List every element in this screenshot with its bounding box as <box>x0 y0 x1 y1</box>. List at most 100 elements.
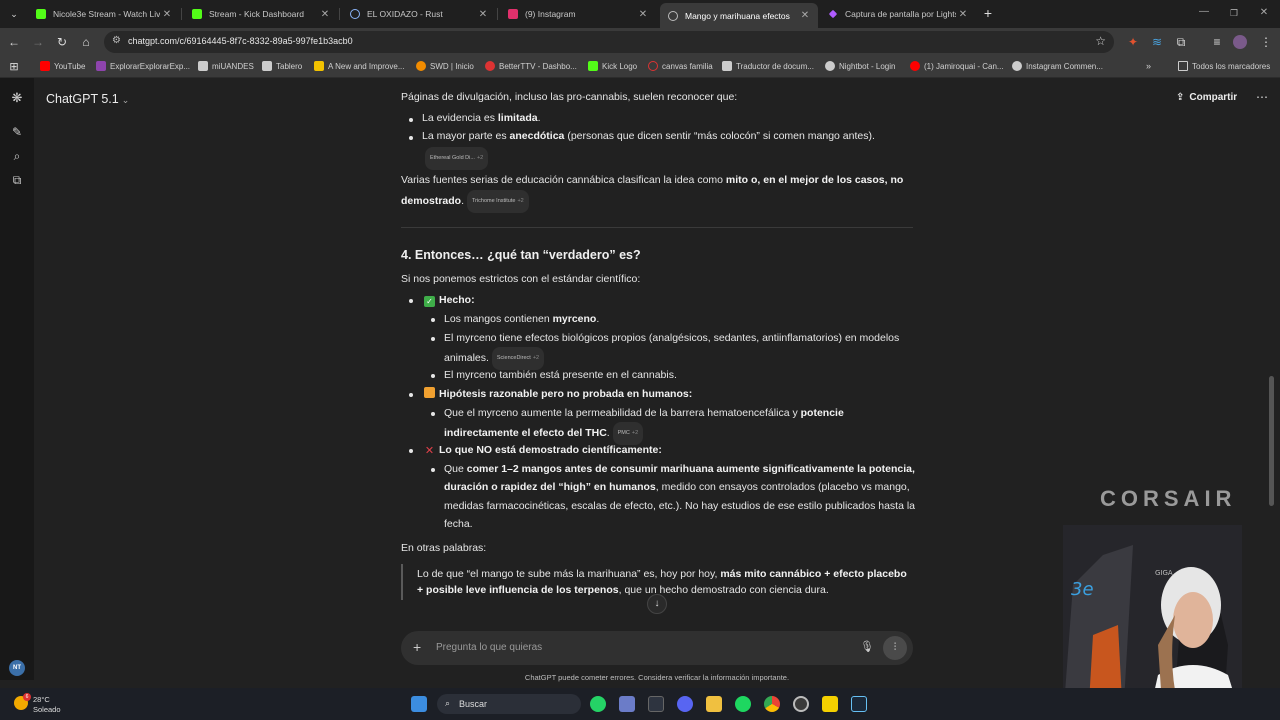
spotify-icon[interactable] <box>735 696 751 712</box>
new-tab-button[interactable]: + <box>980 5 996 21</box>
forward-icon[interactable]: → <box>30 34 46 50</box>
bookmark-label: YouTube <box>54 61 86 71</box>
prompt-input[interactable]: Pregunta lo que quieras <box>436 642 542 653</box>
extension-fox-icon[interactable]: ✦ <box>1125 34 1141 50</box>
tab-label: (9) Instagram <box>525 9 576 19</box>
bookmark-explorar[interactable]: ExplorarExplorarExp... <box>96 61 190 71</box>
tab-lightshot[interactable]: Captura de pantalla por Lightsi ✕ <box>820 3 976 25</box>
library-icon[interactable]: ⧉ <box>9 172 25 188</box>
citation-chip[interactable]: Trichome Institute +2 <box>466 190 529 213</box>
tab-divider <box>339 8 340 20</box>
windows-taskbar: 6 28°C Soleado ⌕ Buscar <box>0 688 1280 720</box>
taskbar-search[interactable]: ⌕ Buscar <box>437 694 581 714</box>
minimize-icon[interactable]: — <box>1196 4 1212 20</box>
tab-mango-marihuana[interactable]: Mango y marihuana efectos ✕ <box>660 3 818 28</box>
bookmark-tablero[interactable]: Tablero <box>262 61 302 71</box>
disclaimer: ChatGPT puede cometer errores. Considera… <box>524 673 790 682</box>
close-tab-icon[interactable]: ✕ <box>956 9 970 20</box>
new-chat-icon[interactable]: ✎ <box>9 124 25 140</box>
model-selector[interactable]: ChatGPT 5.1 ⌄ <box>46 92 129 106</box>
bookmark-icon <box>314 61 324 71</box>
back-icon[interactable]: ← <box>6 34 22 50</box>
scroll-down-arrow-icon[interactable]: ↓ <box>647 594 667 614</box>
apps-grid-icon[interactable]: ⊞ <box>6 59 22 75</box>
close-tab-icon[interactable]: ✕ <box>318 9 332 20</box>
list-item: La mayor parte es anecdótica (personas q… <box>422 130 875 142</box>
attach-plus-icon[interactable]: + <box>413 639 421 655</box>
bookmark-nightbot[interactable]: Nightbot - Login <box>825 61 895 71</box>
list-item: El myrceno tiene efectos biológicos prop… <box>444 332 900 344</box>
bookmark-new-improved[interactable]: A New and Improve... <box>314 61 404 71</box>
tab-search-icon[interactable]: ⌄ <box>6 6 22 22</box>
close-tab-icon[interactable]: ✕ <box>636 9 650 20</box>
lightshot-icon <box>828 9 838 19</box>
settings-gear-icon[interactable] <box>793 696 809 712</box>
close-tab-icon[interactable]: ✕ <box>476 9 490 20</box>
bookmark-star-icon[interactable]: ☆ <box>1095 34 1106 48</box>
no-demostrado-label: ✕ Lo que NO está demostrado científicamen… <box>424 444 662 457</box>
bookmark-miuandes[interactable]: miUANDES <box>198 61 254 71</box>
all-bookmarks[interactable]: Todos los marcadores <box>1178 61 1270 71</box>
xbox-icon[interactable] <box>648 696 664 712</box>
blockquote-text: + posible leve influencia de los terpeno… <box>417 584 829 596</box>
more-options-icon[interactable]: ⋯ <box>1256 90 1268 104</box>
bookmark-youtube[interactable]: YouTube <box>40 61 85 71</box>
reading-list-icon[interactable]: ≡ <box>1209 34 1225 50</box>
bookmark-traductor[interactable]: Traductor de docum... <box>722 61 814 71</box>
globe-icon <box>350 9 360 19</box>
microphone-icon[interactable]: 🎙 <box>860 640 874 653</box>
close-tab-icon[interactable]: ✕ <box>160 9 174 20</box>
bookmark-canvas[interactable]: canvas familia <box>648 61 713 71</box>
bookmark-kick-logo[interactable]: Kick Logo <box>588 61 637 71</box>
scrollbar-thumb[interactable] <box>1269 376 1274 506</box>
url-text: chatgpt.com/c/69164445-8f7c-8332-89a5-99… <box>128 36 353 46</box>
chatgpt-logo-icon[interactable]: ❋ <box>9 90 25 106</box>
reload-icon[interactable]: ↻ <box>54 34 70 50</box>
tab-instagram[interactable]: (9) Instagram ✕ <box>500 3 656 25</box>
bookmark-label: Traductor de docum... <box>736 61 814 71</box>
tab-el-oxidazo[interactable]: EL OXIDAZO - Rust ✕ <box>342 3 496 25</box>
user-avatar[interactable]: NT <box>9 660 25 676</box>
tab-kick-dashboard[interactable]: Stream - Kick Dashboard ✕ <box>184 3 338 25</box>
list-item: duración o rapidez del “high” en humanos… <box>444 481 910 493</box>
close-tab-icon[interactable]: ✕ <box>798 10 812 21</box>
profile-avatar[interactable] <box>1233 35 1247 49</box>
home-icon[interactable]: ⌂ <box>78 34 94 50</box>
bookmark-instagram-comments[interactable]: Instagram Commen... <box>1012 61 1103 71</box>
browser-menu-icon[interactable]: ⋮ <box>1258 34 1274 50</box>
voice-mode-icon[interactable]: ⫶ <box>883 636 907 660</box>
bookmark-betterttv[interactable]: BetterTTV - Dashbo... <box>485 61 577 71</box>
corsair-watermark: CORSAIR <box>1100 486 1237 511</box>
windows-start-icon[interactable] <box>411 696 427 712</box>
bullet <box>431 318 435 322</box>
whatsapp-icon[interactable] <box>590 696 606 712</box>
extensions-puzzle-icon[interactable]: ⧉ <box>1173 34 1189 50</box>
discord-icon[interactable] <box>677 696 693 712</box>
list-item: El myrceno también está presente en el c… <box>444 369 677 381</box>
tab-label: Captura de pantalla por Lightsi <box>845 9 956 19</box>
kick-icon <box>36 9 46 19</box>
section-heading: 4. Entonces… ¿qué tan “verdadero” es? <box>401 248 641 262</box>
extension-translate-icon[interactable]: ≋ <box>1149 34 1165 50</box>
steam-icon[interactable] <box>851 696 867 712</box>
citation-chip[interactable]: Ethereal Gold Di... +2 <box>425 147 489 170</box>
bookmark-jamiroquai[interactable]: (1) Jamiroquai - Can... <box>910 61 1004 71</box>
maximize-icon[interactable]: ❐ <box>1226 5 1242 21</box>
sticky-notes-icon[interactable] <box>822 696 838 712</box>
bookmark-icon <box>198 61 208 71</box>
site-info-icon[interactable]: ⚙ <box>112 35 121 46</box>
bookmark-label: Tablero <box>276 61 303 71</box>
more-bookmarks-icon[interactable]: » <box>1146 61 1151 71</box>
bookmark-swd[interactable]: SWD | Inicio <box>416 61 474 71</box>
tab-nicole3e-stream[interactable]: Nicole3e Stream - Watch Live o ✕ <box>28 3 180 25</box>
notes-icon[interactable] <box>619 696 635 712</box>
close-window-icon[interactable]: ✕ <box>1256 5 1272 21</box>
composer[interactable]: + Pregunta lo que quieras 🎙 ⫶ <box>401 631 913 665</box>
address-bar[interactable]: ⚙ chatgpt.com/c/69164445-8f7c-8332-89a5-… <box>104 31 1114 53</box>
chrome-icon[interactable] <box>764 696 780 712</box>
tab-strip: ⌄ Nicole3e Stream - Watch Live o ✕ Strea… <box>0 0 1280 28</box>
check-mark-icon: ✓ <box>424 296 435 307</box>
file-explorer-icon[interactable] <box>706 696 722 712</box>
share-button[interactable]: ⇪ Compartir <box>1176 92 1237 103</box>
search-icon[interactable]: ⌕ <box>9 148 25 164</box>
